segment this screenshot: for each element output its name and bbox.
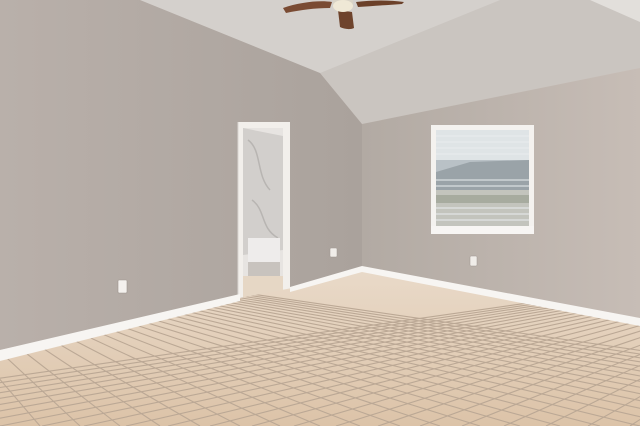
outlet-icon [469, 255, 478, 267]
outlet-icon [117, 279, 128, 294]
window-icon [431, 125, 534, 234]
doorway-icon [237, 122, 290, 302]
outlet-icon [329, 247, 338, 258]
room-illustration [0, 0, 640, 426]
vacant-bedroom-photo [0, 0, 640, 426]
